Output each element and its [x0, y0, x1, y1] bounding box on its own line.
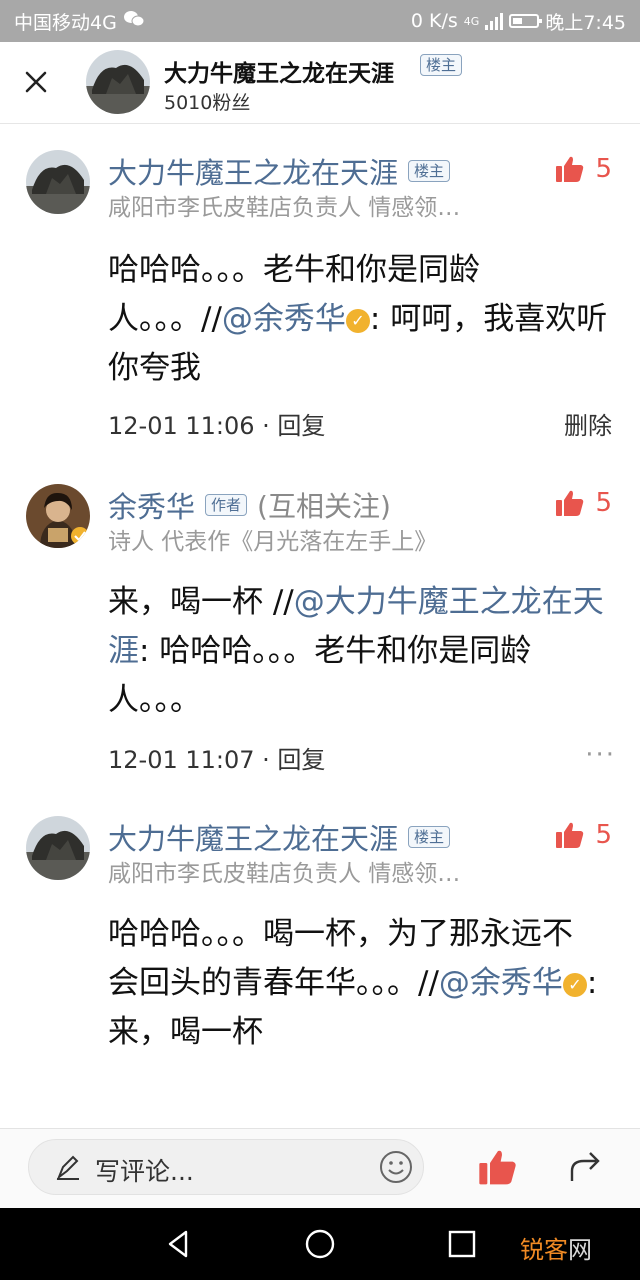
like-count: 5: [595, 820, 612, 850]
delete-button[interactable]: 删除: [564, 406, 612, 441]
sheet-header: 大力牛魔王之龙在天涯 楼主 5010粉丝: [0, 42, 640, 124]
author-badge: 作者: [205, 494, 248, 516]
mention-link[interactable]: @余秀华: [439, 965, 563, 1001]
comment-header: 大力牛魔王之龙在天涯 楼主: [108, 150, 451, 192]
signal-icon: [485, 12, 504, 30]
comment-text: 哈哈哈。。。喝一杯，为了那永远不会回头的青春年华。。。//@余秀华 ✓: 来，喝一…: [108, 916, 598, 1050]
status-left: 中国移动4G: [14, 8, 145, 35]
owner-badge: 楼主: [420, 54, 463, 76]
like-button[interactable]: 5: [555, 488, 612, 518]
like-count: 5: [595, 488, 612, 518]
comment-time: 12-01 11:07: [108, 746, 255, 774]
bottom-action-bar: 写评论...: [0, 1128, 640, 1208]
comment-input[interactable]: 写评论...: [28, 1139, 424, 1195]
author-subtitle: 咸阳市李氏皮鞋店负责人 情感领…: [108, 195, 461, 221]
like-count: 5: [595, 154, 612, 184]
author-subtitle: 咸阳市李氏皮鞋店负责人 情感领…: [108, 861, 461, 887]
owner-badge: 楼主: [408, 160, 451, 182]
comment-meta: 12-01 11:07 · 回复: [108, 740, 325, 775]
network-type: 4G: [463, 14, 480, 28]
mention-link[interactable]: @余秀华: [222, 301, 346, 337]
close-icon: [25, 71, 47, 93]
comment-meta: 12-01 11:06 · 回复: [108, 406, 325, 441]
status-bar: 中国移动4G 0 K/s 4G 晚上7:45: [0, 0, 640, 42]
recents-icon[interactable]: [446, 1228, 478, 1260]
comment-header: 余秀华 作者 (互相关注): [108, 484, 391, 526]
system-nav-bar: 锐客网: [0, 1208, 640, 1280]
comment-header: 大力牛魔王之龙在天涯 楼主: [108, 816, 451, 858]
thumbs-up-icon: [556, 822, 584, 848]
back-icon[interactable]: [162, 1228, 194, 1260]
network-speed: 0 K/s: [410, 10, 458, 32]
comment-placeholder: 写评论...: [95, 1157, 194, 1186]
avatar[interactable]: [26, 816, 90, 880]
status-right: 0 K/s 4G 晚上7:45: [411, 8, 626, 35]
follow-status: (互相关注): [257, 490, 391, 523]
verified-icon: ✓: [345, 309, 370, 333]
watermark-logo: 锐客网: [520, 1236, 592, 1264]
avatar[interactable]: [86, 50, 150, 114]
comment-time: 12-01 11:06: [108, 412, 255, 440]
pen-icon: [56, 1155, 79, 1180]
comment-author[interactable]: 大力牛魔王之龙在天涯: [108, 150, 398, 192]
author-subtitle: 诗人 代表作《月光落在左手上》: [108, 529, 438, 555]
wechat-icon: [123, 10, 145, 33]
like-button[interactable]: 5: [555, 154, 612, 184]
fans-count: 5010粉丝: [164, 92, 251, 114]
comment-text: 来，喝一杯 //@大力牛魔王之龙在天涯: 哈哈哈。。。老牛和你是同龄人。。。: [108, 584, 604, 718]
avatar[interactable]: [26, 484, 90, 548]
like-icon[interactable]: [478, 1147, 518, 1187]
verified-icon: ✓: [562, 973, 587, 997]
emoji-icon[interactable]: [379, 1150, 413, 1184]
owner-badge: 楼主: [408, 826, 451, 848]
share-icon[interactable]: [566, 1145, 608, 1187]
thumbs-up-icon: [556, 490, 584, 516]
reply-button[interactable]: · 回复: [262, 746, 325, 774]
more-options-button[interactable]: ···: [585, 740, 616, 770]
carrier-label: 中国移动4G: [14, 11, 117, 34]
close-button[interactable]: [18, 64, 54, 100]
reply-button[interactable]: · 回复: [262, 412, 325, 440]
battery-icon: [509, 14, 543, 28]
like-button[interactable]: 5: [555, 820, 612, 850]
page-title[interactable]: 大力牛魔王之龙在天涯: [164, 54, 394, 88]
avatar[interactable]: [26, 150, 90, 214]
thumbs-up-icon: [556, 156, 584, 182]
clock: 晚上7:45: [545, 11, 626, 34]
comment-text: 哈哈哈。。。老牛和你是同龄人。。。//@余秀华 ✓: 呵呵，我喜欢听你夸我: [108, 252, 608, 386]
home-icon[interactable]: [304, 1228, 336, 1260]
comment-author[interactable]: 大力牛魔王之龙在天涯: [108, 816, 398, 858]
comment-author[interactable]: 余秀华: [108, 484, 195, 526]
